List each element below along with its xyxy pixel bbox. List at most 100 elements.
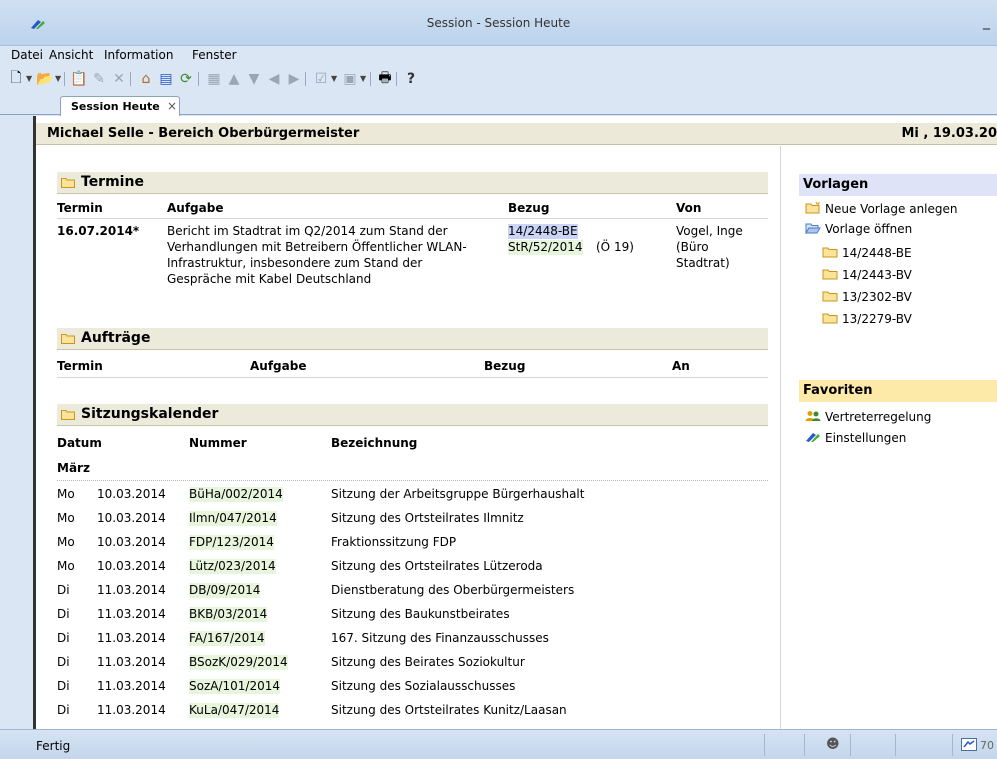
zoom-level: 70 [980, 739, 994, 752]
row-description: Dienstberatung des Oberbürgermeisters [331, 583, 575, 597]
termin-bezug-link[interactable]: 14/2448-BE [508, 224, 578, 239]
section-auftraege: Aufträge [57, 328, 768, 350]
calendar-icon[interactable]: ▤ [157, 70, 175, 88]
arrow-left-icon[interactable]: ◀ [265, 70, 283, 88]
document-icon[interactable]: ▣ [341, 70, 359, 88]
termin-aufgabe-line: Bericht im Stadtrat im Q2/2014 zum Stand… [167, 224, 448, 238]
arrow-right-icon[interactable]: ▶ [285, 70, 303, 88]
row-number-link[interactable]: DB/09/2014 [189, 583, 261, 598]
vorlagen-header: Vorlagen [799, 174, 997, 196]
template-item[interactable]: 14/2443-BV [822, 268, 912, 282]
refresh-icon[interactable]: ⟳ [177, 70, 195, 88]
paste-icon[interactable]: 📋 [70, 70, 88, 88]
template-label: 13/2302-BV [842, 290, 912, 304]
col-datum: Datum [57, 436, 102, 450]
delete-icon[interactable]: ✕ [110, 70, 128, 88]
favorite-vertreterregelung[interactable]: Vertreterregelung [805, 410, 931, 424]
row-number-link[interactable]: SozA/101/2014 [189, 679, 280, 694]
col-aufgabe: Aufgabe [250, 359, 307, 373]
row-description: Sitzung des Ortsteilrates Ilmnitz [331, 511, 524, 525]
row-number-link[interactable]: FDP/123/2014 [189, 535, 274, 550]
col-nummer: Nummer [189, 436, 247, 450]
checklist-dropdown-icon[interactable]: ▼ [331, 74, 337, 83]
favoriten-header: Favoriten [799, 380, 997, 402]
tab-close-icon[interactable]: × [167, 99, 177, 113]
current-date: Mi , 19.03.20 [901, 126, 997, 141]
toolbar-separator [370, 72, 371, 86]
sidebar: Vorlagen Neue Vorlage anlegen Vorlage öf… [782, 146, 997, 729]
row-number-link[interactable]: Ilmn/047/2014 [189, 511, 277, 526]
row-day: Di [57, 679, 70, 693]
menu-information[interactable]: Information [104, 48, 173, 62]
row-number-link[interactable]: Lütz/023/2014 [189, 559, 276, 574]
edit-icon[interactable]: ✎ [90, 70, 108, 88]
row-date: 11.03.2014 [97, 607, 166, 621]
open-template-link[interactable]: Vorlage öffnen [805, 222, 912, 236]
print-icon[interactable]: 🖶 [376, 70, 394, 88]
row-date: 11.03.2014 [97, 703, 166, 717]
checklist-icon[interactable]: ☑ [312, 70, 330, 88]
template-item[interactable]: 14/2448-BE [822, 246, 912, 260]
folder-icon [822, 269, 838, 280]
favorite-label: Einstellungen [825, 431, 907, 445]
row-number-link[interactable]: KuLa/047/2014 [189, 703, 280, 718]
section-title: Sitzungskalender [81, 406, 219, 422]
favorite-einstellungen[interactable]: Einstellungen [805, 431, 906, 445]
new-dropdown-icon[interactable]: ▼ [26, 74, 32, 83]
toolbar-separator [130, 72, 131, 86]
termin-von-line: Vogel, Inge [676, 224, 743, 238]
month-label: März [57, 461, 90, 475]
home-icon[interactable]: ⌂ [137, 70, 155, 88]
template-item[interactable]: 13/2279-BV [822, 312, 912, 326]
menu-datei[interactable]: Datei [11, 48, 43, 62]
row-day: Mo [57, 559, 75, 573]
col-an: An [672, 359, 690, 373]
termin-von-line: (Büro [676, 240, 709, 254]
favorite-label: Vertreterregelung [825, 410, 932, 424]
open-dropdown-icon[interactable]: ▼ [55, 74, 61, 83]
row-description: 167. Sitzung des Finanzausschusses [331, 631, 549, 645]
termin-aufgabe-line: Verhandlungen mit Betreibern Öffentliche… [167, 240, 467, 254]
arrow-down-icon[interactable]: ▼ [245, 70, 263, 88]
row-number-link[interactable]: BüHa/002/2014 [189, 487, 283, 502]
termin-bezug-link[interactable]: StR/52/2014 [508, 240, 583, 255]
arrow-up-icon[interactable]: ▲ [225, 70, 243, 88]
folder-icon [61, 178, 75, 188]
tab-session-heute[interactable]: Session Heute × [60, 96, 180, 116]
toolbar-separator [396, 72, 397, 86]
menu-fenster[interactable]: Fenster [192, 48, 237, 62]
help-icon[interactable]: ? [402, 70, 420, 88]
row-day: Di [57, 583, 70, 597]
row-day: Mo [57, 511, 75, 525]
template-item[interactable]: 13/2302-BV [822, 290, 912, 304]
user-header: Michael Selle - Bereich Oberbürgermeiste… [36, 123, 997, 145]
open-folder-icon[interactable]: 📂 [36, 70, 54, 88]
document-dropdown-icon[interactable]: ▼ [360, 74, 366, 83]
minimize-button[interactable]: _ [983, 14, 997, 30]
row-description: Sitzung des Ortsteilrates Kunitz/Laasan [331, 703, 567, 717]
toolbar-separator [198, 72, 199, 86]
termin-date: 16.07.2014* [57, 224, 140, 238]
row-number-link[interactable]: FA/167/2014 [189, 631, 265, 646]
row-number-link[interactable]: BKB/03/2014 [189, 607, 268, 622]
status-separator [952, 734, 953, 756]
row-number-link[interactable]: BSozK/029/2014 [189, 655, 288, 670]
row-date: 11.03.2014 [97, 655, 166, 669]
properties-icon[interactable]: ▦ [205, 70, 223, 88]
row-day: Di [57, 607, 70, 621]
folder-icon [822, 313, 838, 324]
row-date: 11.03.2014 [97, 631, 166, 645]
row-date: 10.03.2014 [97, 511, 166, 525]
row-description: Fraktionssitzung FDP [331, 535, 457, 549]
users-icon [805, 411, 821, 421]
new-template-link[interactable]: Neue Vorlage anlegen [805, 202, 958, 216]
row-day: Di [57, 655, 70, 669]
section-title: Termine [81, 174, 144, 190]
row-description: Sitzung des Beirates Soziokultur [331, 655, 525, 669]
menu-ansicht[interactable]: Ansicht [49, 48, 93, 62]
template-label: 13/2279-BV [842, 312, 912, 326]
new-document-icon[interactable]: 🗋 [7, 70, 25, 88]
termin-von-line: Stadtrat) [676, 256, 730, 270]
open-template-label: Vorlage öffnen [825, 222, 913, 236]
col-bezug: Bezug [508, 201, 550, 215]
